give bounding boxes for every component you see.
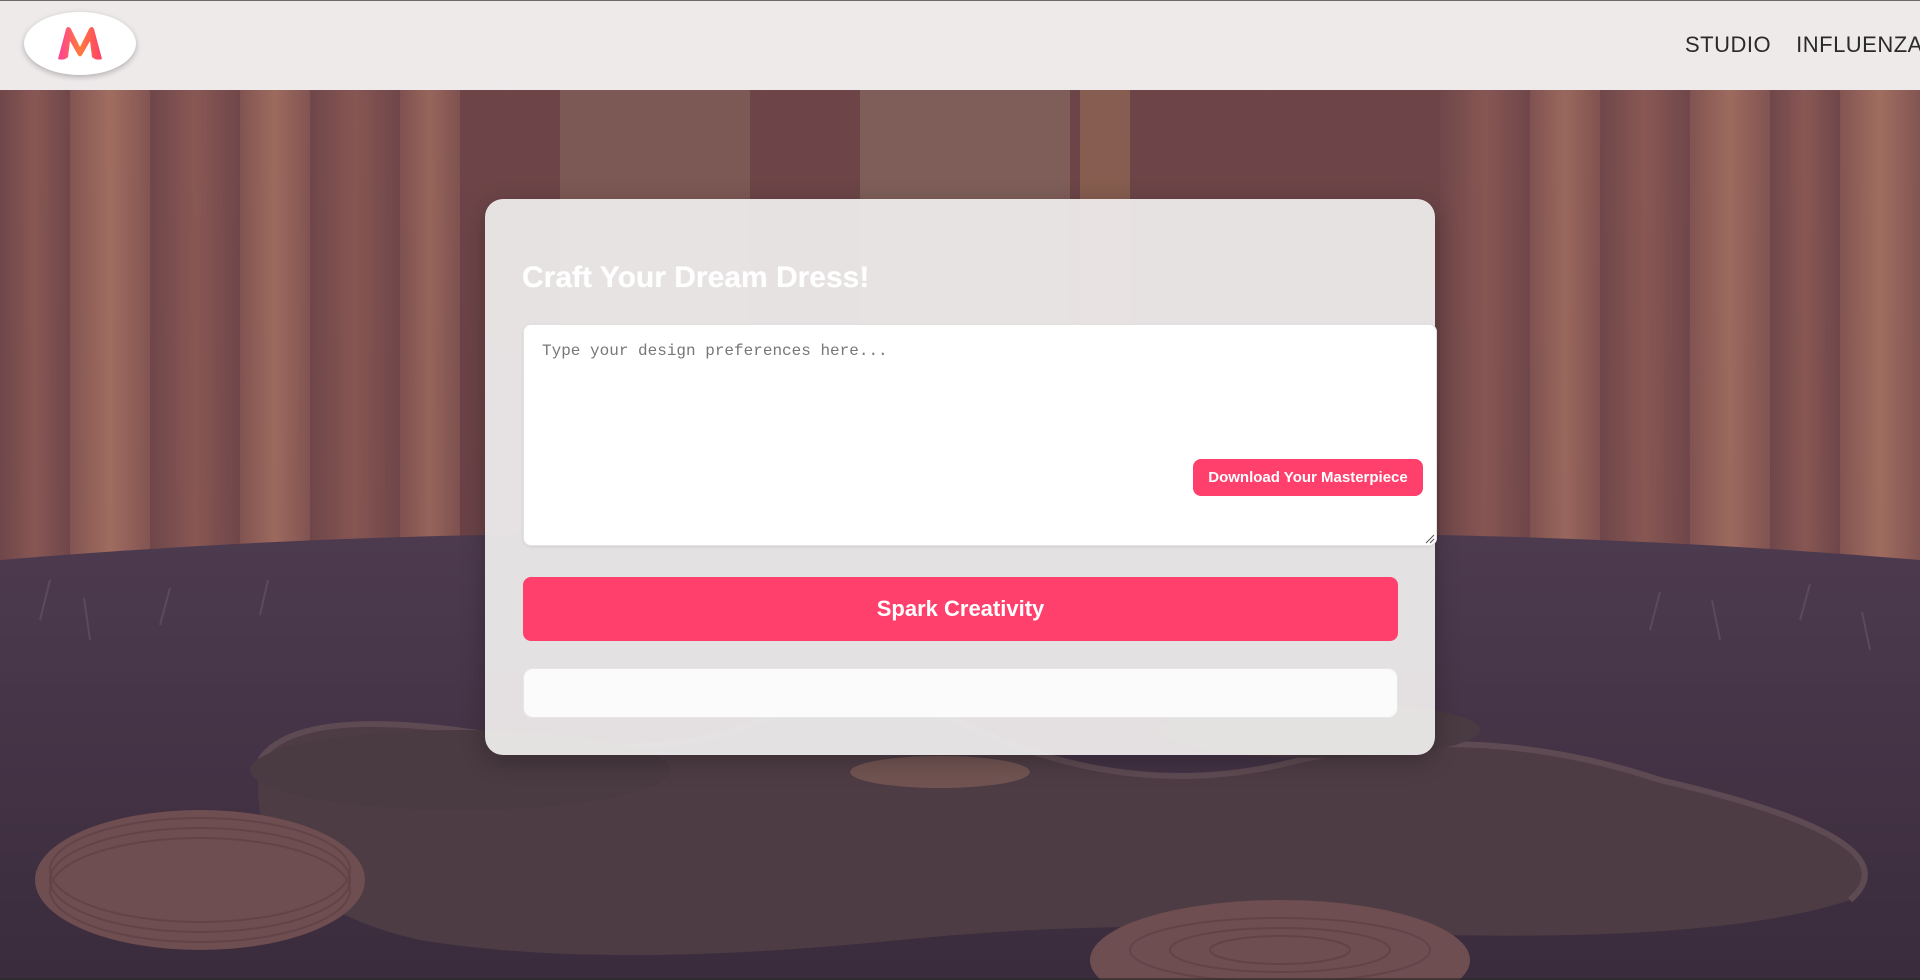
nav-item-studio[interactable]: STUDIO [1685, 32, 1771, 58]
myntra-logo-icon [58, 26, 102, 60]
card-title: Craft Your Dream Dress! [522, 261, 870, 294]
top-navbar: STUDIO INFLUENZA [0, 0, 1920, 90]
result-output-box [523, 668, 1398, 718]
design-card: Craft Your Dream Dress! Download Your Ma… [485, 199, 1437, 755]
brand-logo[interactable] [24, 12, 136, 75]
prompt-container [523, 324, 1437, 546]
design-preferences-input[interactable] [523, 324, 1437, 546]
resize-handle-icon[interactable] [1425, 534, 1435, 544]
main-nav: STUDIO INFLUENZA [1685, 32, 1920, 58]
nav-item-influenza[interactable]: INFLUENZA [1796, 32, 1920, 58]
spark-creativity-button[interactable]: Spark Creativity [523, 577, 1398, 641]
download-masterpiece-button[interactable]: Download Your Masterpiece [1193, 459, 1423, 496]
